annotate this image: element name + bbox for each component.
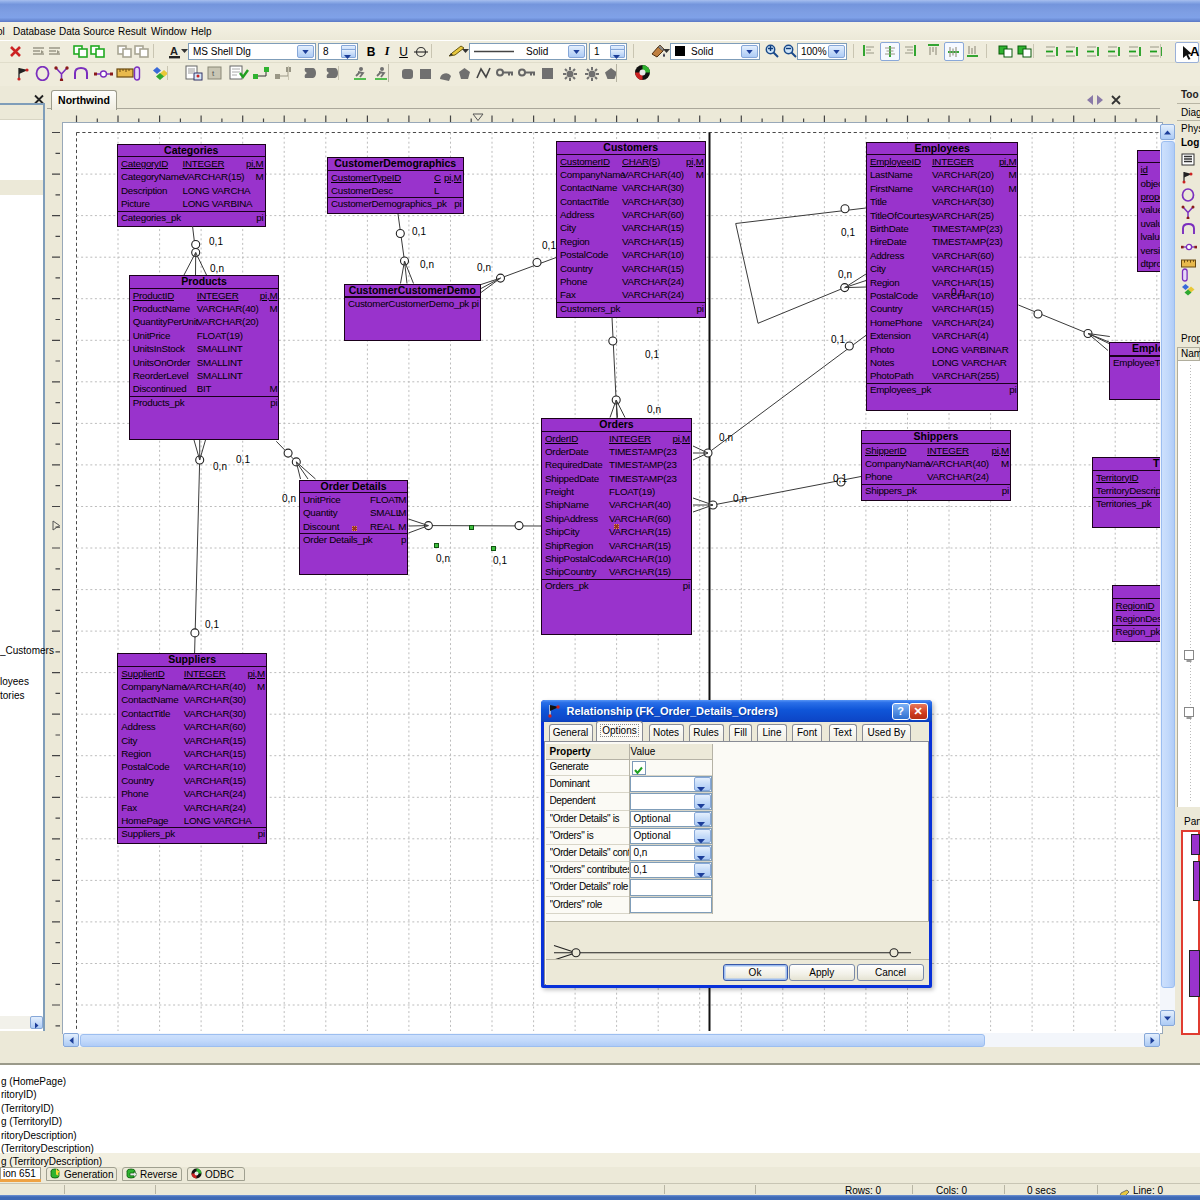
svg-text:A: A <box>170 45 178 57</box>
